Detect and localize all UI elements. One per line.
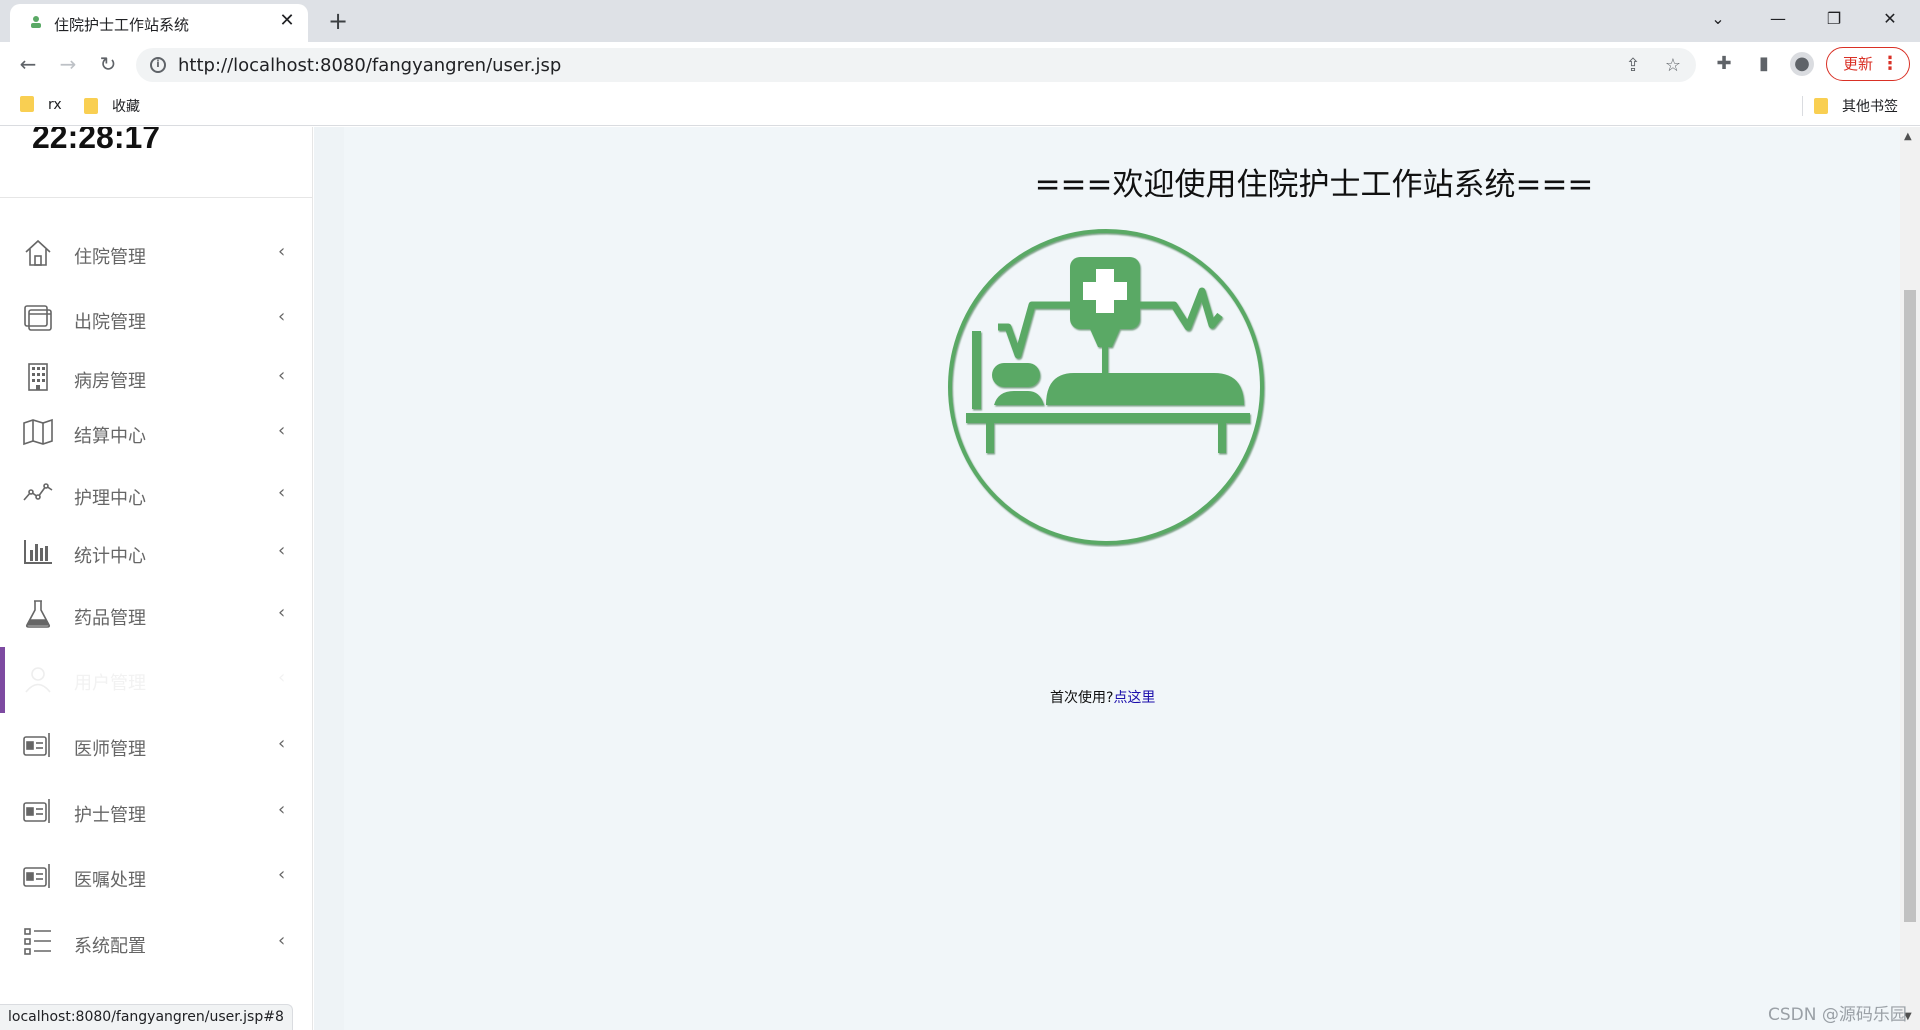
sidebar-item-medicine[interactable]: 药品管理 ‹ [0, 586, 312, 646]
scroll-thumb[interactable] [1904, 290, 1916, 922]
list-icon [24, 928, 51, 955]
chevron-left-icon: ‹ [278, 420, 286, 441]
first-use-link[interactable]: 点这里 [1113, 690, 1155, 706]
clock: 22:28:17 [32, 127, 161, 155]
chevron-left-icon: ‹ [278, 482, 286, 503]
window-icon [24, 305, 52, 331]
flask-icon [25, 600, 51, 628]
bookmark-folder[interactable]: rx [20, 96, 62, 116]
sidebar-item-users[interactable]: 用户管理 ‹ [0, 651, 312, 711]
first-use-text: 首次使用? [1050, 690, 1114, 706]
chevron-left-icon: ‹ [278, 241, 286, 262]
address-url[interactable]: http://localhost:8080/fangyangren/user.j… [178, 55, 561, 76]
id-card-icon [23, 799, 50, 823]
bookmarks-divider [1802, 96, 1803, 116]
folder-icon [1814, 98, 1828, 114]
chevron-left-icon: ‹ [278, 602, 286, 623]
sidebar-item-statistics[interactable]: 统计中心 ‹ [0, 524, 312, 584]
profile-icon[interactable]: ● [1790, 52, 1814, 76]
chevron-left-icon: ‹ [278, 540, 286, 561]
scroll-up-arrow-icon[interactable]: ▲ [1904, 131, 1912, 142]
hospital-bed-logo-icon [948, 229, 1264, 545]
sidebar-item-nurses[interactable]: 护士管理 ‹ [0, 783, 312, 843]
close-window-icon[interactable]: ✕ [1862, 0, 1918, 38]
folder-icon [20, 96, 34, 112]
address-bar[interactable]: i http://localhost:8080/fangyangren/user… [136, 48, 1696, 82]
status-bar-url: localhost:8080/fangyangren/user.jsp#8 [0, 1004, 293, 1030]
share-icon[interactable]: ⇪ [1622, 55, 1644, 77]
reload-icon[interactable]: ↻ [94, 50, 122, 78]
sidebar-item-discharge[interactable]: 出院管理 ‹ [0, 290, 312, 350]
main-content: ===欢迎使用住院护士工作站系统=== 首次使用?点这里 [314, 127, 1900, 1030]
welcome-title: ===欢迎使用住院护士工作站系统=== [1034, 167, 1594, 203]
id-card-icon [23, 864, 50, 888]
site-info-icon[interactable]: i [150, 57, 166, 73]
menu-dots-icon[interactable]: ⋮ [1881, 48, 1899, 80]
user-icon [25, 667, 51, 693]
content-gutter [314, 127, 344, 1030]
id-card-icon [23, 733, 50, 757]
bookmarks-bar: rx 收藏 其他书签 [0, 86, 1920, 126]
bookmark-folder[interactable]: 收藏 [84, 96, 140, 116]
line-chart-icon [23, 483, 53, 501]
watermark: CSDN @源码乐园 [1768, 1005, 1907, 1025]
bookmark-star-icon[interactable]: ☆ [1662, 55, 1684, 77]
back-icon[interactable]: ← [14, 50, 42, 78]
chevron-left-icon: ‹ [278, 733, 286, 754]
other-bookmarks[interactable]: 其他书签 [1814, 96, 1898, 116]
chevron-left-icon: ‹ [278, 799, 286, 820]
page-scrollbar[interactable]: ▲ ▼ [1900, 127, 1920, 1030]
browser-titlebar: 住院护士工作站系统 ✕ + ⌄ — ❐ ✕ [0, 0, 1920, 42]
minimize-icon[interactable]: — [1750, 0, 1806, 38]
sidebar-item-settings[interactable]: 系统配置 ‹ [0, 914, 312, 974]
sidebar-divider [0, 197, 312, 198]
sidebar: 22:28:17 住院管理 ‹ 出院管理 ‹ 病房管理 ‹ 结算中心 ‹ 护理中… [0, 127, 313, 1030]
restore-icon[interactable]: ❐ [1806, 0, 1862, 38]
map-icon [23, 418, 53, 446]
new-tab-button[interactable]: + [324, 8, 352, 36]
extensions-icon[interactable]: ✚ [1712, 52, 1736, 76]
building-icon [28, 363, 48, 391]
sidebar-item-inpatient[interactable]: 住院管理 ‹ [0, 225, 312, 285]
sidebar-item-billing[interactable]: 结算中心 ‹ [0, 404, 312, 464]
sidebar-item-physicians[interactable]: 医师管理 ‹ [0, 717, 312, 777]
sidebar-item-ward[interactable]: 病房管理 ‹ [0, 349, 312, 409]
folder-icon [84, 98, 98, 114]
favicon-icon [31, 16, 41, 28]
side-panel-icon[interactable]: ▮ [1752, 52, 1776, 76]
browser-tab[interactable]: 住院护士工作站系统 ✕ [10, 4, 308, 42]
chevron-left-icon: ‹ [278, 864, 286, 885]
chevron-left-icon: ‹ [278, 306, 286, 327]
home-icon [25, 239, 51, 266]
sidebar-item-nursing[interactable]: 护理中心 ‹ [0, 466, 312, 526]
first-use-hint: 首次使用?点这里 [1050, 687, 1155, 707]
bar-chart-icon [24, 540, 52, 564]
forward-icon[interactable]: → [54, 50, 82, 78]
update-label: 更新 [1843, 55, 1874, 73]
tab-search-icon[interactable]: ⌄ [1690, 0, 1746, 38]
chevron-left-icon: ‹ [278, 667, 286, 688]
tab-title: 住院护士工作站系统 [54, 16, 190, 34]
tab-close-icon[interactable]: ✕ [276, 10, 298, 32]
sidebar-item-orders[interactable]: 医嘱处理 ‹ [0, 848, 312, 908]
browser-toolbar: ← → ↻ i http://localhost:8080/fangyangre… [0, 42, 1920, 86]
chevron-left-icon: ‹ [278, 930, 286, 951]
update-button[interactable]: 更新 ⋮ [1826, 47, 1910, 81]
chevron-left-icon: ‹ [278, 365, 286, 386]
